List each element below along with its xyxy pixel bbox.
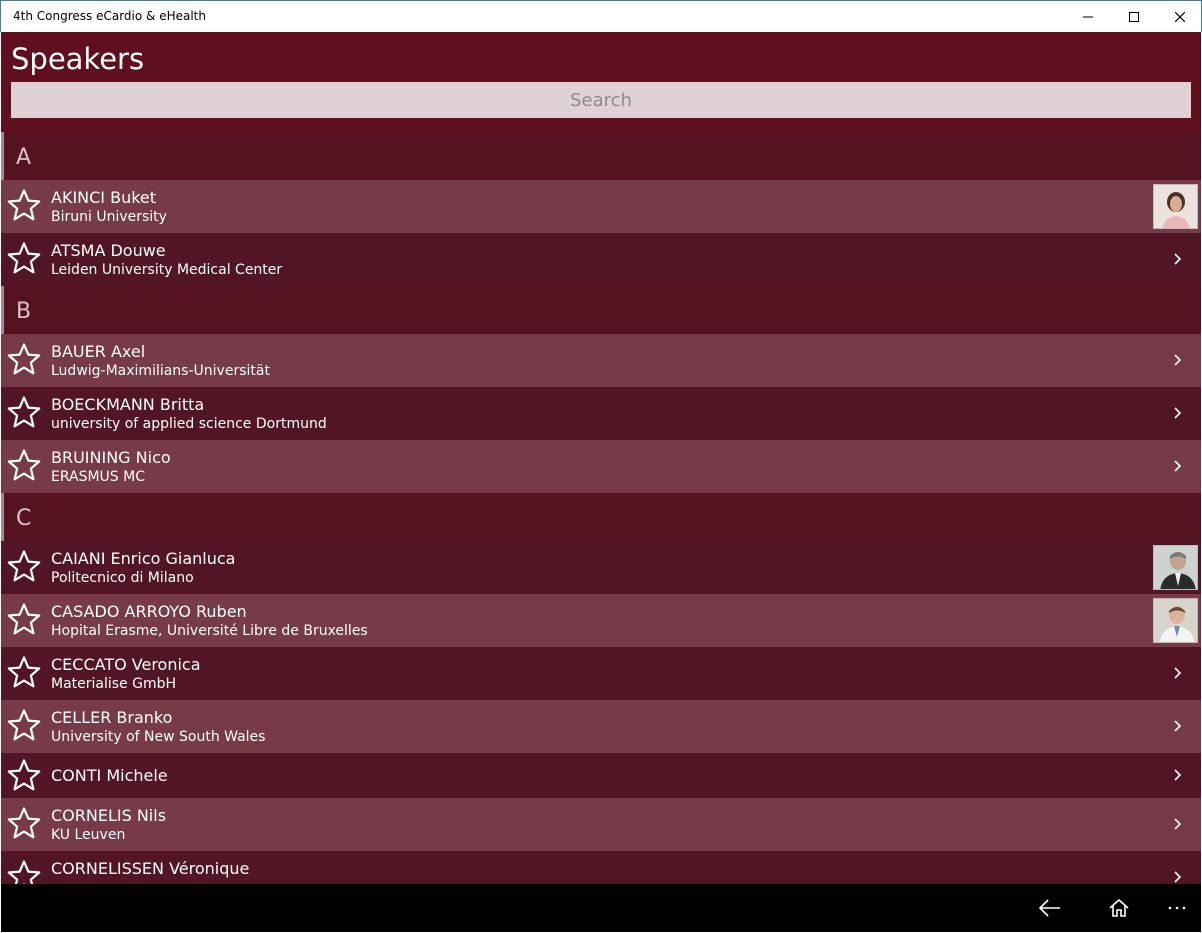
close-icon <box>1175 12 1185 22</box>
minimize-button[interactable] <box>1065 1 1111 33</box>
search-input[interactable] <box>11 82 1191 118</box>
home-icon <box>1109 898 1129 917</box>
speaker-name: BOECKMANN Britta <box>51 395 205 414</box>
chevron-right-icon[interactable] <box>1171 250 1185 268</box>
group-letter: C <box>16 506 32 531</box>
speaker-name: CECCATO Veronica <box>51 655 201 674</box>
speaker-row[interactable]: CAIANI Enrico Gianluca Politecnico di Mi… <box>1 541 1201 594</box>
star-outline-icon[interactable] <box>6 395 42 431</box>
back-arrow-icon <box>1038 899 1060 917</box>
search-box[interactable] <box>11 82 1191 118</box>
speaker-row[interactable]: CECCATO Veronica Materialise GmbH <box>1 647 1201 700</box>
star-outline-icon[interactable] <box>6 448 42 484</box>
minimize-icon <box>1083 16 1093 18</box>
window-title-bar: 4th Congress eCardio & eHealth <box>0 0 1202 32</box>
speaker-name: CORNELIS Nils <box>51 806 167 825</box>
speaker-affiliation: KU Leuven <box>51 827 126 843</box>
speaker-affiliation: Hopital Erasme, Université Libre de Brux… <box>51 623 368 639</box>
more-button[interactable] <box>1163 894 1191 922</box>
speaker-row[interactable]: AKINCI Buket Biruni University <box>1 180 1201 233</box>
more-icon <box>1168 906 1186 910</box>
close-button[interactable] <box>1157 1 1202 33</box>
star-outline-icon[interactable] <box>6 806 42 842</box>
speaker-name: CASADO ARROYO Ruben <box>51 602 247 621</box>
speaker-name: BRUINING Nico <box>51 448 171 467</box>
chevron-right-icon[interactable] <box>1171 766 1185 784</box>
back-button[interactable] <box>1036 894 1064 922</box>
speaker-name: BAUER Axel <box>51 342 146 361</box>
speaker-row[interactable]: CORNELISSEN Véronique <box>1 851 1201 884</box>
speaker-affiliation: Biruni University <box>51 209 167 225</box>
chevron-right-icon[interactable] <box>1171 404 1185 422</box>
speaker-row[interactable]: CELLER Branko University of New South Wa… <box>1 700 1201 753</box>
speaker-list[interactable]: A AKINCI Buket Biruni University ATSMA D… <box>1 132 1201 884</box>
home-button[interactable] <box>1105 894 1133 922</box>
speaker-photo <box>1153 598 1198 643</box>
star-outline-icon[interactable] <box>6 241 42 277</box>
page-header: Speakers <box>1 32 1201 132</box>
speaker-affiliation: Materialise GmbH <box>51 676 177 692</box>
chevron-right-icon[interactable] <box>1171 457 1185 475</box>
maximize-icon <box>1129 12 1139 22</box>
star-outline-icon[interactable] <box>6 859 42 884</box>
speaker-name: CELLER Branko <box>51 708 173 727</box>
star-outline-icon[interactable] <box>6 602 42 638</box>
speaker-row[interactable]: CASADO ARROYO Ruben Hopital Erasme, Univ… <box>1 594 1201 647</box>
star-outline-icon[interactable] <box>6 549 42 585</box>
group-header-b[interactable]: B <box>1 286 1201 334</box>
speaker-photo <box>1153 545 1198 590</box>
speaker-affiliation: Leiden University Medical Center <box>51 262 283 278</box>
chevron-right-icon[interactable] <box>1171 351 1185 369</box>
maximize-button[interactable] <box>1111 1 1157 33</box>
star-outline-icon[interactable] <box>6 758 42 794</box>
speaker-affiliation: ERASMUS MC <box>51 469 145 485</box>
speaker-affiliation: university of applied science Dortmund <box>51 416 327 432</box>
speaker-row[interactable]: CONTI Michele <box>1 753 1201 798</box>
page-title: Speakers <box>11 42 145 76</box>
star-outline-icon[interactable] <box>6 708 42 744</box>
window-title: 4th Congress eCardio & eHealth <box>13 9 206 23</box>
speaker-row[interactable]: BRUINING Nico ERASMUS MC <box>1 440 1201 493</box>
chevron-right-icon[interactable] <box>1171 717 1185 735</box>
group-header-c[interactable]: C <box>1 493 1201 541</box>
group-header-a[interactable]: A <box>1 132 1201 180</box>
chevron-right-icon[interactable] <box>1171 664 1185 682</box>
speaker-row[interactable]: BOECKMANN Britta university of applied s… <box>1 387 1201 440</box>
group-letter: B <box>16 299 32 324</box>
star-outline-icon[interactable] <box>6 188 42 224</box>
speaker-affiliation: Politecnico di Milano <box>51 570 194 586</box>
speaker-row[interactable]: ATSMA Douwe Leiden University Medical Ce… <box>1 233 1201 286</box>
star-outline-icon[interactable] <box>6 342 42 378</box>
speaker-name: ATSMA Douwe <box>51 241 166 260</box>
speaker-name: CONTI Michele <box>51 766 168 785</box>
group-letter: A <box>16 145 32 170</box>
speaker-name: AKINCI Buket <box>51 188 157 207</box>
speaker-row[interactable]: CORNELIS Nils KU Leuven <box>1 798 1201 851</box>
star-outline-icon[interactable] <box>6 655 42 691</box>
speaker-row[interactable]: BAUER Axel Ludwig-Maximilians-Universitä… <box>1 334 1201 387</box>
speaker-name: CAIANI Enrico Gianluca <box>51 549 236 568</box>
speaker-affiliation: University of New South Wales <box>51 729 266 745</box>
speaker-affiliation: Ludwig-Maximilians-Universität <box>51 363 270 379</box>
speaker-name: CORNELISSEN Véronique <box>51 859 250 878</box>
chevron-right-icon[interactable] <box>1171 815 1185 833</box>
bottom-app-bar <box>1 884 1201 932</box>
speaker-photo <box>1153 184 1198 229</box>
chevron-right-icon[interactable] <box>1171 868 1185 884</box>
